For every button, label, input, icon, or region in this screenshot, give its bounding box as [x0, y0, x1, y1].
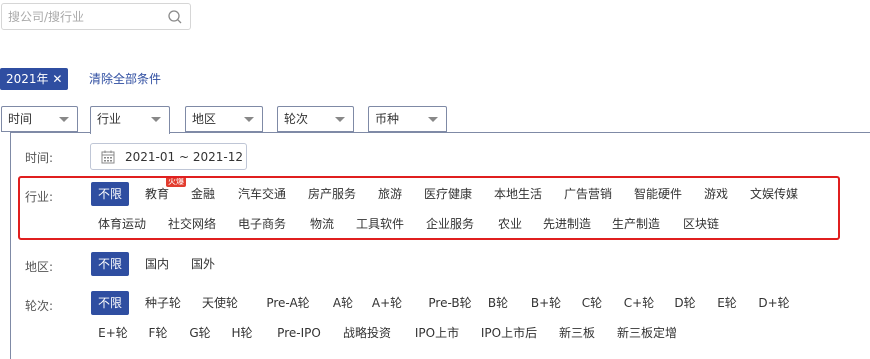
round-option[interactable]: H轮	[227, 321, 257, 345]
calendar-icon	[101, 150, 115, 164]
round-option[interactable]: G轮	[185, 321, 215, 345]
round-option[interactable]: F轮	[143, 321, 173, 345]
caret-down-icon	[151, 117, 161, 122]
industry-option[interactable]: 工具软件	[350, 212, 410, 236]
round-option[interactable]: 新三板	[553, 321, 601, 345]
round-option[interactable]: D轮	[670, 291, 700, 315]
dropdown-label: 币种	[375, 112, 400, 126]
hot-badge: 火爆	[166, 176, 186, 187]
round-option[interactable]: D+轮	[753, 291, 795, 315]
round-option[interactable]: C轮	[577, 291, 607, 315]
round-option[interactable]: B+轮	[525, 291, 567, 315]
round-option[interactable]: 种子轮	[139, 291, 187, 315]
dropdown-label: 轮次	[284, 112, 309, 126]
industry-option[interactable]: 房产服务	[302, 182, 362, 206]
dropdown-label: 行业	[97, 112, 122, 126]
industry-option[interactable]: 广告营销	[558, 182, 618, 206]
round-option[interactable]: 战略投资	[337, 321, 397, 345]
date-range-value: 2021-01 ~ 2021-12	[125, 150, 243, 164]
region-option[interactable]: 国内	[139, 252, 175, 276]
caret-down-icon	[428, 117, 438, 122]
industry-option[interactable]: 企业服务	[420, 212, 480, 236]
round-option[interactable]: IPO上市	[407, 321, 467, 345]
industry-option[interactable]: 社交网络	[162, 212, 222, 236]
dropdown-region[interactable]: 地区	[185, 106, 263, 132]
time-row-label: 时间:	[25, 151, 54, 165]
industry-option[interactable]: 本地生活	[488, 182, 548, 206]
round-option[interactable]: 天使轮	[195, 291, 245, 315]
clear-all-link[interactable]: 清除全部条件	[89, 71, 161, 87]
industry-option[interactable]: 智能硬件	[628, 182, 688, 206]
industry-option[interactable]: 不限	[91, 182, 129, 206]
round-option[interactable]: 新三板定增	[611, 321, 683, 345]
dropdown-label: 时间	[8, 112, 33, 126]
dropdown-label: 地区	[192, 112, 217, 126]
round-option[interactable]: Pre-A轮	[256, 291, 320, 315]
dropdown-industry[interactable]: 行业	[90, 106, 170, 134]
industry-option[interactable]: 医疗健康	[418, 182, 478, 206]
industry-option[interactable]: 游戏	[698, 182, 734, 206]
industry-option[interactable]: 生产制造	[606, 212, 666, 236]
search-icon[interactable]	[167, 9, 183, 25]
industry-option[interactable]: 先进制造	[537, 212, 597, 236]
industry-option[interactable]: 金融	[185, 182, 221, 206]
region-option[interactable]: 国外	[185, 252, 221, 276]
industry-option[interactable]: 农业	[490, 212, 530, 236]
round-option[interactable]: IPO上市后	[474, 321, 544, 345]
industry-option[interactable]: 汽车交通	[232, 182, 292, 206]
industry-option[interactable]: 体育运动	[92, 212, 152, 236]
caret-down-icon	[59, 117, 69, 122]
industry-option[interactable]: 区块链	[676, 212, 726, 236]
date-range-picker[interactable]: 2021-01 ~ 2021-12	[90, 143, 247, 170]
search-input[interactable]	[8, 9, 158, 25]
caret-down-icon	[335, 117, 345, 122]
dropdown-time[interactable]: 时间	[1, 106, 78, 132]
industry-option[interactable]: 物流	[302, 212, 342, 236]
dropdown-currency[interactable]: 币种	[368, 106, 447, 132]
dropdown-round[interactable]: 轮次	[277, 106, 354, 132]
round-option[interactable]: Pre-B轮	[418, 291, 482, 315]
industry-option[interactable]: 文娱传媒	[744, 182, 804, 206]
region-option[interactable]: 不限	[91, 252, 129, 276]
selected-tag-2021[interactable]: 2021年 ✕	[0, 68, 69, 90]
region-row-label: 地区:	[25, 260, 54, 274]
round-row-label: 轮次:	[25, 299, 54, 313]
round-option[interactable]: B轮	[483, 291, 513, 315]
round-option[interactable]: E轮	[712, 291, 742, 315]
round-option[interactable]: E+轮	[92, 321, 134, 345]
search-box[interactable]	[1, 3, 191, 30]
round-option[interactable]: A+轮	[366, 291, 408, 315]
round-option[interactable]: 不限	[91, 291, 129, 315]
round-option[interactable]: Pre-IPO	[268, 321, 330, 345]
round-option[interactable]: C+轮	[618, 291, 660, 315]
industry-option[interactable]: 旅游	[372, 182, 408, 206]
round-option[interactable]: A轮	[328, 291, 358, 315]
industry-row-label: 行业:	[25, 190, 54, 204]
industry-option[interactable]: 电子商务	[232, 212, 292, 236]
caret-down-icon	[244, 117, 254, 122]
